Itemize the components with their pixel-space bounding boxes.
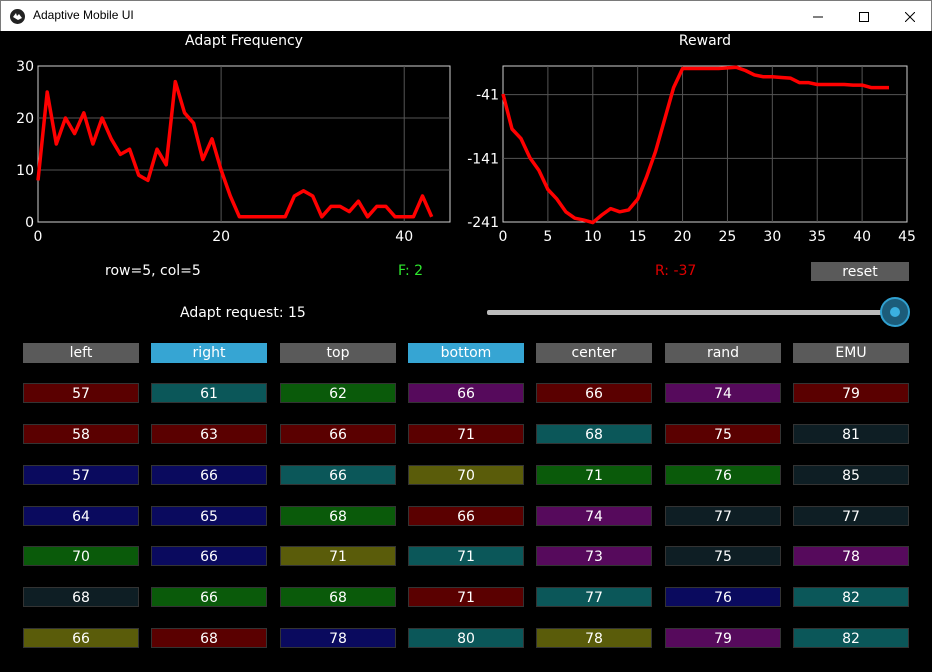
freq-x-tick-label: 0 (34, 229, 43, 245)
grid-cell[interactable]: 66 (151, 546, 267, 566)
grid-cell[interactable]: 79 (665, 628, 781, 648)
grid-cell[interactable]: 66 (280, 424, 396, 444)
adapt-slider-handle[interactable] (880, 297, 910, 327)
grid-cell[interactable]: 57 (23, 465, 139, 485)
grid-cell[interactable]: 82 (793, 587, 909, 607)
grid-cell[interactable]: 71 (280, 546, 396, 566)
grid-cell[interactable]: 79 (793, 383, 909, 403)
grid-cell[interactable]: 76 (665, 465, 781, 485)
grid-cell[interactable]: 66 (408, 506, 524, 526)
reward-y-tick-label: -141 (467, 151, 499, 167)
option-left-button[interactable]: left (23, 343, 139, 363)
option-rand-button[interactable]: rand (665, 343, 781, 363)
grid-cell[interactable]: 57 (23, 383, 139, 403)
reward-x-tick-label: 35 (808, 229, 826, 245)
grid-cell[interactable]: 74 (536, 506, 652, 526)
grid-cell[interactable]: 77 (793, 506, 909, 526)
grid-cell[interactable]: 66 (151, 587, 267, 607)
freq-x-tick-label: 20 (212, 229, 230, 245)
freq-y-tick-label: 10 (16, 163, 34, 179)
reward-y-tick-label: -41 (476, 88, 499, 104)
grid-cell[interactable]: 80 (408, 628, 524, 648)
option-center-button[interactable]: center (536, 343, 652, 363)
grid-cell[interactable]: 68 (536, 424, 652, 444)
grid-cell[interactable]: 74 (665, 383, 781, 403)
position-label: row=5, col=5 (105, 263, 201, 279)
reward-x-tick-label: 0 (499, 229, 508, 245)
reward-x-tick-label: 20 (674, 229, 692, 245)
grid-cell[interactable]: 71 (408, 587, 524, 607)
adapt-request-label: Adapt request: 15 (180, 305, 306, 321)
reward-x-tick-label: 25 (719, 229, 737, 245)
reward-x-tick-label: 15 (629, 229, 647, 245)
grid-cell[interactable]: 64 (23, 506, 139, 526)
grid-cell[interactable]: 68 (280, 506, 396, 526)
grid-cell[interactable]: 63 (151, 424, 267, 444)
option-top-button[interactable]: top (280, 343, 396, 363)
reward-x-tick-label: 10 (584, 229, 602, 245)
reward-x-tick-label: 45 (898, 229, 916, 245)
reward-x-tick-label: 40 (853, 229, 871, 245)
grid-cell[interactable]: 77 (665, 506, 781, 526)
grid-cell[interactable]: 82 (793, 628, 909, 648)
grid-cell[interactable]: 70 (408, 465, 524, 485)
grid-cell[interactable]: 78 (280, 628, 396, 648)
reward-plot-frame (502, 65, 908, 223)
grid-cell[interactable]: 61 (151, 383, 267, 403)
reward-x-tick-label: 5 (543, 229, 552, 245)
grid-cell[interactable]: 75 (665, 424, 781, 444)
freq-y-tick-label: 30 (16, 59, 34, 75)
reward-label: R: -37 (655, 263, 697, 279)
option-emu-button[interactable]: EMU (793, 343, 909, 363)
grid-cell[interactable]: 62 (280, 383, 396, 403)
grid-cell[interactable]: 71 (408, 424, 524, 444)
grid-cell[interactable]: 68 (280, 587, 396, 607)
option-right-button[interactable]: right (151, 343, 267, 363)
grid-cell[interactable]: 78 (793, 546, 909, 566)
option-bottom-button[interactable]: bottom (408, 343, 524, 363)
grid-cell[interactable]: 68 (151, 628, 267, 648)
reset-button[interactable]: reset (811, 262, 909, 281)
grid-cell[interactable]: 66 (280, 465, 396, 485)
grid-cell[interactable]: 66 (408, 383, 524, 403)
grid-cell[interactable]: 65 (151, 506, 267, 526)
grid-cell[interactable]: 85 (793, 465, 909, 485)
grid-cell[interactable]: 66 (23, 628, 139, 648)
charts-area: 0 20 40 0 10 20 30 0 5 10 15 20 25 30 35 40 45 -241 -141 -4… (16, 59, 916, 245)
freq-label: F: 2 (398, 263, 424, 279)
reward-series-line (501, 65, 889, 225)
grid-cell[interactable]: 68 (23, 587, 139, 607)
grid-cell[interactable]: 77 (536, 587, 652, 607)
grid-cell[interactable]: 75 (665, 546, 781, 566)
reward-x-tick-label: 30 (763, 229, 781, 245)
reward-y-tick-label: -241 (467, 215, 499, 231)
grid-cell[interactable]: 78 (536, 628, 652, 648)
grid-cell[interactable]: 81 (793, 424, 909, 444)
grid-cell[interactable]: 71 (408, 546, 524, 566)
freq-y-tick-label: 20 (16, 111, 34, 127)
freq-y-tick-label: 0 (25, 215, 34, 231)
grid-cell[interactable]: 71 (536, 465, 652, 485)
freq-x-tick-label: 40 (395, 229, 413, 245)
grid-cell[interactable]: 58 (23, 424, 139, 444)
adapt-slider-track[interactable] (487, 310, 895, 315)
freq-plot-frame (37, 65, 451, 223)
grid-cell[interactable]: 70 (23, 546, 139, 566)
freq-series-line (36, 79, 434, 219)
grid-cell[interactable]: 76 (665, 587, 781, 607)
grid-cell[interactable]: 66 (536, 383, 652, 403)
grid-cell[interactable]: 73 (536, 546, 652, 566)
grid-cell[interactable]: 66 (151, 465, 267, 485)
